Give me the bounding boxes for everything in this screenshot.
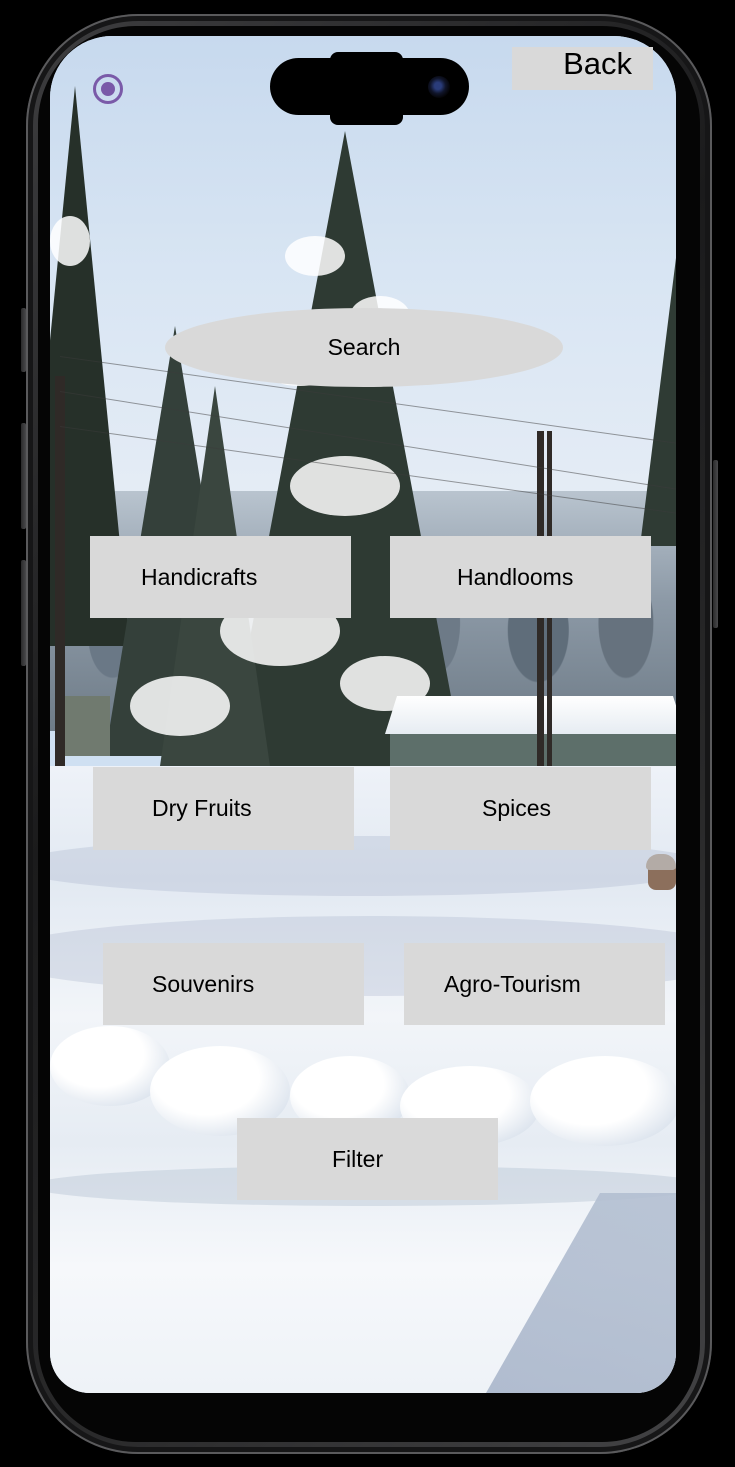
radio-record-icon[interactable] [92, 73, 124, 105]
house-wall [65, 696, 110, 756]
tree-snow [50, 216, 90, 266]
snow-mound [530, 1056, 676, 1146]
category-label: Dry Fruits [152, 795, 252, 821]
person-at-edge [646, 854, 676, 926]
category-handicrafts-button[interactable]: Handicrafts [90, 536, 351, 618]
tree-snow [285, 236, 345, 276]
filter-label: Filter [332, 1145, 384, 1172]
category-handlooms-button[interactable]: Handlooms [390, 536, 651, 618]
back-button-label: Back [563, 46, 632, 81]
utility-pole [537, 431, 544, 806]
category-label: Souvenirs [152, 970, 255, 997]
dynamic-island-tab [330, 52, 403, 125]
search-field[interactable]: Search [165, 308, 563, 387]
power-button [713, 460, 718, 628]
person-cap [646, 854, 676, 870]
category-spices-button[interactable]: Spices [390, 767, 651, 850]
category-label: Agro-Tourism [444, 970, 581, 997]
utility-pole [547, 431, 552, 806]
category-souvenirs-button[interactable]: Souvenirs [103, 943, 364, 1025]
category-label: Spices [482, 795, 552, 821]
tree-snow [290, 456, 400, 516]
back-button[interactable]: Back [512, 47, 653, 90]
device-canvas: Back Search Handicrafts Handlooms Dry Fr… [0, 0, 735, 1467]
filter-button[interactable]: Filter [237, 1118, 498, 1200]
pine-tree [640, 186, 676, 546]
house-roof [385, 696, 676, 734]
category-label: Handlooms [457, 563, 574, 590]
category-label: Handicrafts [141, 563, 258, 590]
search-label: Search [327, 334, 401, 360]
category-agro-tourism-button[interactable]: Agro-Tourism [404, 943, 665, 1025]
front-camera-icon [428, 76, 450, 98]
category-dry-fruits-button[interactable]: Dry Fruits [93, 767, 354, 850]
tree-snow [130, 676, 230, 736]
